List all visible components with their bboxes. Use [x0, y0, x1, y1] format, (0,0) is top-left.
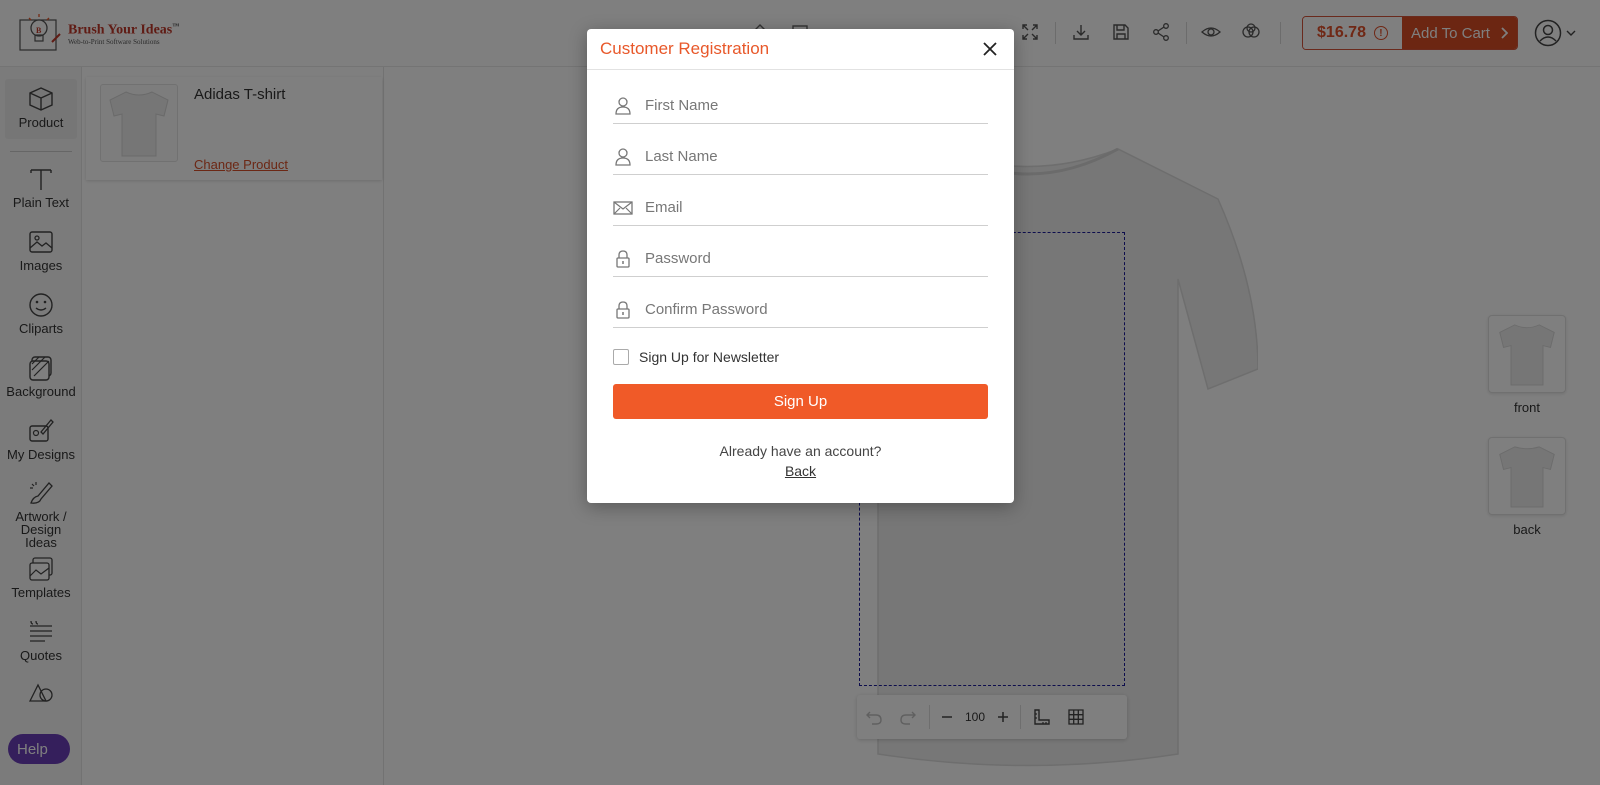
modal-header: Customer Registration [587, 29, 1014, 70]
newsletter-checkbox[interactable] [613, 349, 629, 365]
email-input[interactable] [645, 199, 975, 216]
user-icon [613, 96, 633, 116]
password-field [613, 241, 988, 277]
email-field [613, 190, 988, 226]
already-have-account-text: Already have an account? [719, 443, 882, 459]
last-name-field [613, 139, 988, 175]
back-link-wrapper: Back [587, 463, 1014, 479]
first-name-field [613, 88, 988, 124]
user-icon [613, 147, 633, 167]
last-name-input[interactable] [645, 148, 975, 165]
back-link[interactable]: Back [785, 463, 816, 479]
first-name-input[interactable] [645, 97, 975, 114]
lock-icon [613, 249, 633, 269]
password-input[interactable] [645, 250, 975, 267]
modal-title: Customer Registration [600, 39, 770, 58]
customer-registration-modal: Customer Registration Sign [587, 29, 1014, 503]
newsletter-option: Sign Up for Newsletter [613, 349, 779, 365]
close-icon[interactable] [980, 39, 1000, 59]
newsletter-label[interactable]: Sign Up for Newsletter [639, 349, 779, 365]
confirm-password-input[interactable] [645, 301, 975, 318]
envelope-icon [613, 198, 633, 218]
lock-icon [613, 300, 633, 320]
sign-up-button[interactable]: Sign Up [613, 384, 988, 419]
confirm-password-field [613, 292, 988, 328]
